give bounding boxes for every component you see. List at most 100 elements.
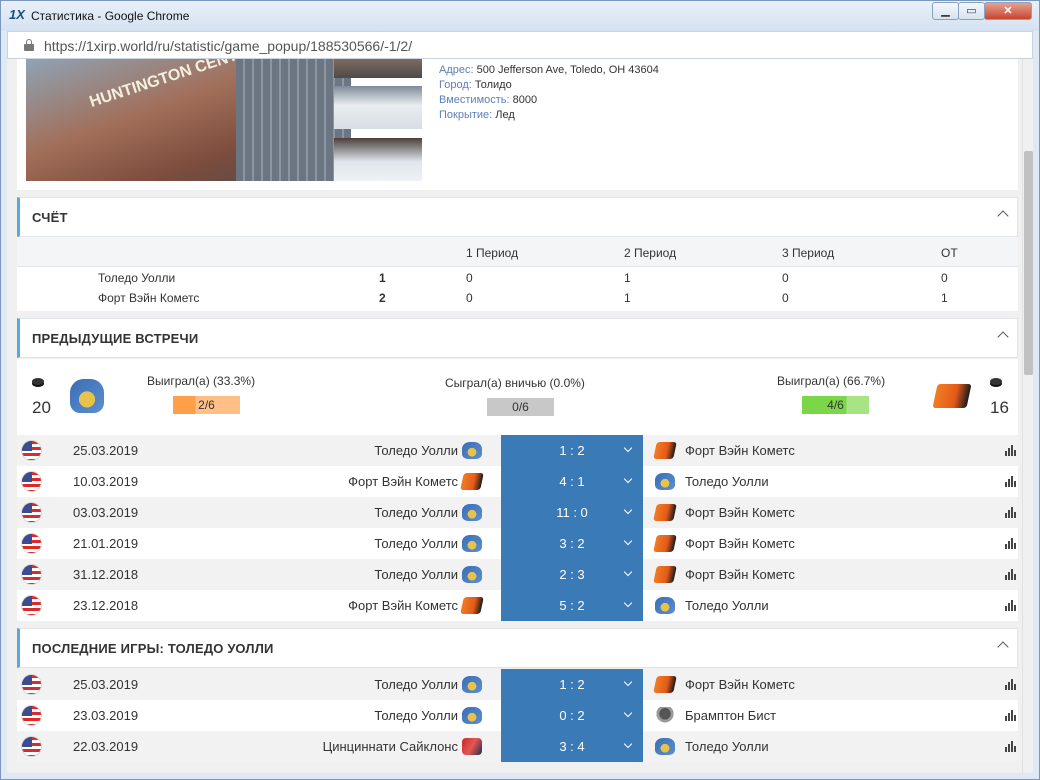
venue-thumbnail[interactable] [334, 86, 422, 129]
bar-chart-icon[interactable] [1005, 445, 1017, 456]
bar-chart-icon[interactable] [1005, 600, 1017, 611]
score-button[interactable]: 5 : 2 [501, 590, 643, 621]
usa-flag-icon [21, 533, 42, 554]
maximize-button[interactable]: ▭ [958, 2, 985, 20]
venue-thumbnail[interactable] [334, 59, 422, 78]
away-team-logo [653, 504, 677, 521]
home-team[interactable]: Цинциннати Сайклонс [323, 739, 458, 754]
home-team-logo [462, 676, 482, 693]
away-team[interactable]: Форт Вэйн Кометс [685, 536, 795, 551]
match-row[interactable]: 10.03.2019 Форт Вэйн Кометс 4 : 1 Толедо Уо… [17, 466, 1018, 497]
home-team[interactable]: Толедо Уолли [374, 443, 458, 458]
overtime-score: 0 [941, 271, 948, 285]
home-team[interactable]: Толедо Уолли [374, 677, 458, 692]
away-team[interactable]: Толедо Уолли [685, 474, 769, 489]
away-team-logo [653, 566, 677, 583]
usa-flag-icon [21, 502, 42, 523]
h2h-section-header[interactable]: ПРЕДЫДУЩИЕ ВСТРЕЧИ [17, 318, 1018, 358]
away-team[interactable]: Толедо Уолли [685, 598, 769, 613]
match-score: 1 : 2 [559, 443, 585, 458]
period-2-score: 1 [624, 271, 631, 285]
url-text[interactable]: https://1xirp.world/ru/statistic/game_po… [44, 38, 412, 54]
away-team-logo [653, 676, 677, 693]
away-team-logo [653, 442, 677, 459]
score-section-header[interactable]: СЧЁТ [17, 197, 1018, 237]
period-1-header: 1 Период [466, 246, 519, 260]
match-row[interactable]: 21.01.2019 Толедо Уолли 3 : 2 Форт Вэйн Ком… [17, 528, 1018, 559]
home-team[interactable]: Толедо Уолли [374, 567, 458, 582]
minimize-button[interactable]: ▁ [932, 2, 959, 20]
match-score: 3 : 4 [559, 739, 585, 754]
away-team[interactable]: Форт Вэйн Кометс [685, 567, 795, 582]
score-table: 1 Период 2 Период 3 Период ОТ Толедо Уол… [17, 237, 1018, 311]
home-team[interactable]: Толедо Уолли [374, 536, 458, 551]
match-row[interactable]: 25.03.2019 Толедо Уолли 1 : 2 Форт Вэйн Ком… [17, 669, 1018, 700]
window-title: Статистика - Google Chrome [31, 9, 190, 23]
away-team[interactable]: Форт Вэйн Кометс [685, 677, 795, 692]
bar-chart-icon[interactable] [1005, 538, 1017, 549]
home-team[interactable]: Толедо Уолли [374, 708, 458, 723]
usa-flag-icon [21, 674, 42, 695]
match-row[interactable]: 25.03.2019 Толедо Уолли 1 : 2 Форт Вэйн Ком… [17, 435, 1018, 466]
score-button[interactable]: 11 : 0 [501, 497, 643, 528]
chevron-up-icon[interactable] [997, 331, 1009, 343]
score-button[interactable]: 2 : 3 [501, 559, 643, 590]
address-label: Адрес: [439, 64, 474, 76]
vertical-scrollbar[interactable] [1022, 59, 1033, 773]
match-date: 25.03.2019 [73, 677, 139, 692]
bar-chart-icon[interactable] [1005, 476, 1017, 487]
bar-chart-icon[interactable] [1005, 507, 1017, 518]
score-button[interactable]: 3 : 2 [501, 528, 643, 559]
address-bar[interactable]: https://1xirp.world/ru/statistic/game_po… [7, 31, 1033, 59]
usa-flag-icon [21, 736, 42, 757]
close-button[interactable]: ✕ [984, 2, 1032, 20]
last-games-section-header[interactable]: ПОСЛЕДНИЕ ИГРЫ: ТОЛЕДО УОЛЛИ [17, 628, 1018, 668]
away-won-bar: 4/6 [802, 396, 869, 414]
match-row[interactable]: 23.03.2019 Толедо Уолли 0 : 2 Брамптон Бист [17, 700, 1018, 731]
score-button[interactable]: 1 : 2 [501, 435, 643, 466]
home-team-logo [462, 504, 482, 521]
match-score: 0 : 2 [559, 708, 585, 723]
match-row[interactable]: 22.03.2019 Цинциннати Сайклонс 3 : 4 Толедо… [17, 731, 1018, 762]
team-name: Форт Вэйн Кометс [98, 291, 200, 305]
score-button[interactable]: 3 : 4 [501, 731, 643, 762]
fort-wayne-komets-logo [932, 384, 972, 408]
usa-flag-icon [21, 705, 42, 726]
score-button[interactable]: 0 : 2 [501, 700, 643, 731]
away-count: 16 [990, 398, 1009, 417]
away-team[interactable]: Форт Вэйн Кометс [685, 443, 795, 458]
venue-thumbnail[interactable] [334, 138, 422, 181]
match-score: 1 : 2 [559, 677, 585, 692]
team-name: Толедо Уолли [98, 271, 176, 285]
match-score: 3 : 2 [559, 536, 585, 551]
match-row[interactable]: 23.12.2018 Форт Вэйн Кометс 5 : 2 Толедо Уо… [17, 590, 1018, 621]
home-team[interactable]: Форт Вэйн Кометс [348, 598, 458, 613]
match-row[interactable]: 31.12.2018 Толедо Уолли 2 : 3 Форт Вэйн Ком… [17, 559, 1018, 590]
overtime-header: ОТ [941, 246, 958, 260]
scrollbar-thumb[interactable] [1024, 151, 1033, 375]
home-team[interactable]: Форт Вэйн Кометс [348, 474, 458, 489]
match-score: 2 : 3 [559, 567, 585, 582]
venue-photo: HUNTINGTON CENTER [26, 59, 351, 181]
match-row[interactable]: 03.03.2019 Толедо Уолли 11 : 0 Форт Вэйн Ко… [17, 497, 1018, 528]
home-team[interactable]: Толедо Уолли [374, 505, 458, 520]
surface-value: Лед [495, 109, 515, 121]
bar-chart-icon[interactable] [1005, 679, 1017, 690]
usa-flag-icon [21, 595, 42, 616]
score-button[interactable]: 1 : 2 [501, 669, 643, 700]
draw-label: Сыграл(а) вничью (0.0%) [445, 376, 585, 390]
away-team-logo [653, 535, 677, 552]
match-date: 22.03.2019 [73, 739, 139, 754]
match-date: 23.12.2018 [73, 598, 139, 613]
bar-chart-icon[interactable] [1005, 710, 1017, 721]
chevron-up-icon[interactable] [997, 210, 1009, 222]
away-team[interactable]: Форт Вэйн Кометс [685, 505, 795, 520]
chevron-up-icon[interactable] [997, 641, 1009, 653]
bar-chart-icon[interactable] [1005, 569, 1017, 580]
home-team-logo [462, 738, 482, 755]
score-button[interactable]: 4 : 1 [501, 466, 643, 497]
away-team[interactable]: Толедо Уолли [685, 739, 769, 754]
app-logo: 1X [9, 7, 25, 22]
bar-chart-icon[interactable] [1005, 741, 1017, 752]
away-team[interactable]: Брамптон Бист [685, 708, 776, 723]
